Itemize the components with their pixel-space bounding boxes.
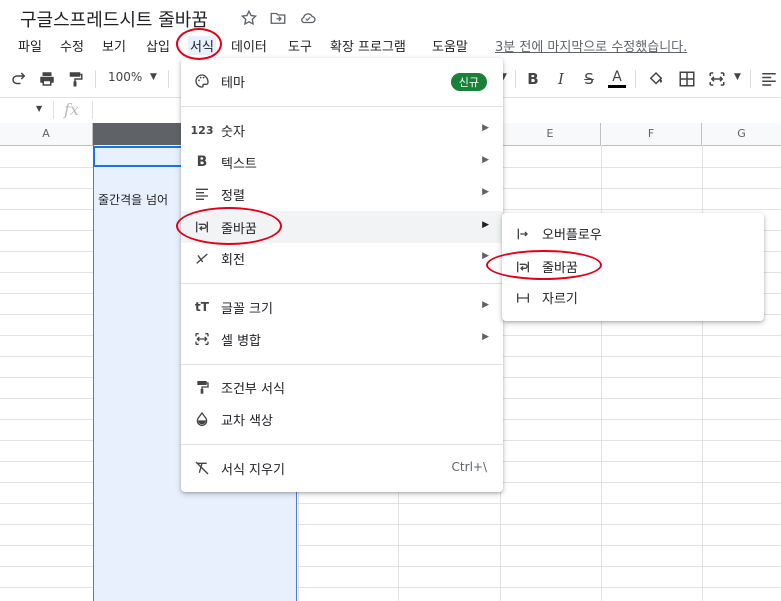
menu-help[interactable]: 도움말: [432, 36, 468, 55]
submenu-item-overflow[interactable]: 오버플로우: [502, 218, 764, 248]
menu-item-rotation[interactable]: 회전 ▶: [181, 242, 503, 274]
name-box-dropdown-icon[interactable]: ▼: [36, 104, 42, 113]
bold-icon[interactable]: B: [522, 68, 544, 90]
borders-icon[interactable]: [676, 68, 698, 90]
italic-icon[interactable]: I: [550, 68, 572, 90]
horizontal-align-icon[interactable]: [758, 68, 780, 90]
bold-text-icon: B: [196, 154, 208, 170]
submenu-arrow-icon: ▶: [482, 220, 489, 230]
menu-file[interactable]: 파일: [18, 36, 42, 55]
menu-item-label: 글꼴 크기: [221, 302, 273, 317]
print-icon[interactable]: [36, 68, 58, 90]
text-rotation-icon: [193, 250, 211, 266]
font-size-icon: tT: [195, 300, 209, 314]
toolbar-divider: [515, 70, 516, 88]
paint-format-icon[interactable]: [64, 68, 86, 90]
cell-text[interactable]: 줄간격을 넘어: [98, 191, 168, 208]
menu-divider: [181, 283, 503, 284]
star-icon[interactable]: [239, 8, 259, 28]
number-format-icon: 123: [190, 123, 214, 137]
toolbar-divider: [168, 70, 169, 88]
submenu-arrow-icon: ▶: [482, 300, 489, 310]
menu-item-label: 서식 지우기: [221, 463, 285, 478]
annotation-circle-wrap-option: [486, 250, 602, 280]
document-title[interactable]: 구글스프레드시트 줄바꿈: [20, 6, 208, 32]
submenu-arrow-icon: ▶: [482, 187, 489, 197]
merge-cells-icon[interactable]: [706, 68, 728, 90]
column-header-e[interactable]: E: [500, 123, 601, 145]
toolbar-divider: [750, 70, 751, 88]
clip-icon: [514, 290, 532, 306]
menu-item-alternating-colors[interactable]: 교차 색상: [181, 403, 503, 435]
keyboard-shortcut: Ctrl+\: [451, 460, 487, 474]
last-edit-link[interactable]: 3분 전에 마지막으로 수정했습니다.: [495, 36, 687, 55]
menu-item-label: 셀 병합: [221, 334, 262, 349]
annotation-circle-wrapping-item: [176, 207, 282, 245]
zoom-select[interactable]: 100%: [108, 70, 142, 84]
clear-format-icon: [193, 460, 211, 476]
menu-item-text[interactable]: B 텍스트 ▶: [181, 146, 503, 178]
column-header-a[interactable]: A: [0, 123, 93, 145]
menu-tools[interactable]: 도구: [288, 36, 312, 55]
cloud-saved-icon[interactable]: [298, 8, 318, 28]
toolbar-divider: [95, 70, 96, 88]
menu-insert[interactable]: 삽입: [146, 36, 170, 55]
submenu-item-label: 오버플로우: [542, 228, 602, 243]
fill-color-icon[interactable]: [645, 68, 667, 90]
menu-item-label: 텍스트: [221, 157, 257, 172]
menu-item-label: 교차 색상: [221, 414, 273, 429]
paint-roller-icon: [193, 379, 211, 395]
menu-item-merge-cells[interactable]: 셀 병합 ▶: [181, 323, 503, 355]
menu-item-conditional-formatting[interactable]: 조건부 서식: [181, 371, 503, 403]
column-header-g[interactable]: G: [702, 123, 781, 145]
menu-item-label: 회전: [221, 253, 245, 268]
column-header-f[interactable]: F: [601, 123, 702, 145]
menu-divider: [181, 444, 503, 445]
text-color-icon[interactable]: A: [606, 68, 628, 90]
zoom-dropdown-icon[interactable]: ▼: [150, 72, 157, 82]
new-badge: 신규: [450, 73, 487, 91]
menu-item-theme[interactable]: 테마 신규: [181, 65, 503, 97]
move-folder-icon[interactable]: [268, 8, 288, 28]
merge-dropdown-icon[interactable]: ▼: [734, 72, 741, 82]
fx-icon: fx: [64, 100, 79, 119]
palette-icon: [193, 73, 211, 89]
menu-item-font-size[interactable]: tT 글꼴 크기 ▶: [181, 291, 503, 323]
redo-icon[interactable]: [8, 68, 30, 90]
submenu-item-label: 자르기: [542, 292, 578, 307]
menu-edit[interactable]: 수정: [60, 36, 84, 55]
submenu-arrow-icon: ▶: [482, 155, 489, 165]
annotation-circle-format-menu: [176, 28, 222, 60]
color-drop-icon: [193, 411, 211, 427]
menu-item-label: 숫자: [221, 125, 245, 140]
menu-item-label: 테마: [221, 76, 245, 91]
menu-item-clear-formatting[interactable]: 서식 지우기 Ctrl+\: [181, 452, 503, 484]
menu-view[interactable]: 보기: [102, 36, 126, 55]
menu-item-number[interactable]: 123 숫자 ▶: [181, 114, 503, 146]
menu-divider: [181, 106, 503, 107]
submenu-arrow-icon: ▶: [482, 123, 489, 133]
menu-divider: [181, 364, 503, 365]
menu-item-alignment[interactable]: 정렬 ▶: [181, 178, 503, 210]
menu-item-label: 조건부 서식: [221, 382, 285, 397]
merge-cells-icon: [193, 331, 211, 347]
submenu-arrow-icon: ▶: [482, 332, 489, 342]
menu-extensions[interactable]: 확장 프로그램: [330, 36, 406, 55]
strikethrough-icon[interactable]: S: [578, 68, 600, 90]
formula-divider: [53, 101, 54, 119]
menu-data[interactable]: 데이터: [231, 36, 267, 55]
overflow-icon: [514, 226, 532, 242]
align-left-icon: [193, 186, 211, 202]
submenu-item-clip[interactable]: 자르기: [502, 282, 764, 312]
menu-item-label: 정렬: [221, 189, 245, 204]
toolbar-divider: [635, 70, 636, 88]
formula-divider: [92, 101, 93, 119]
